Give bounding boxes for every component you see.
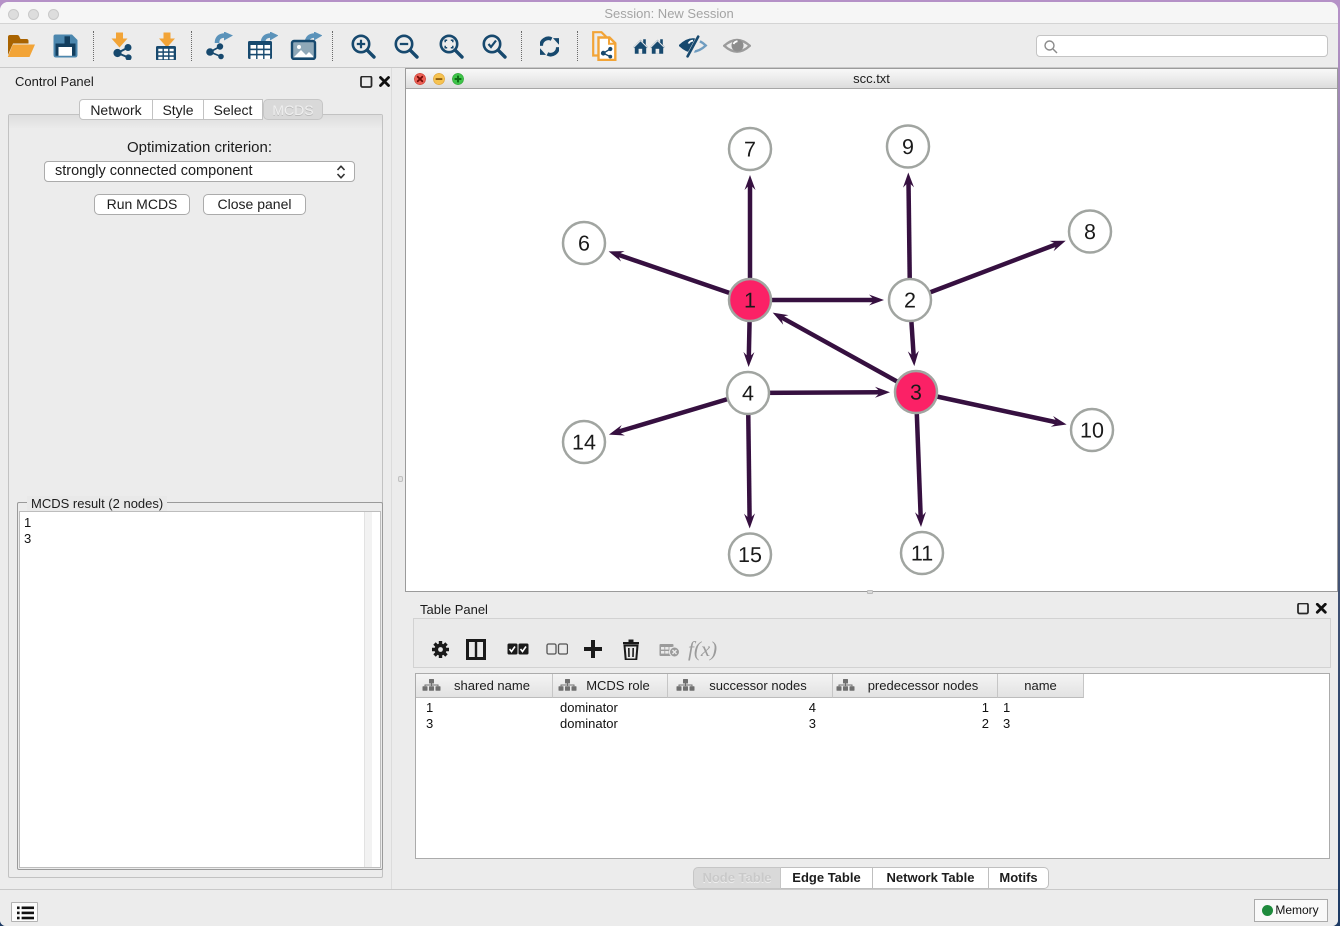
svg-text:15: 15 [738, 543, 762, 567]
svg-text:14: 14 [572, 431, 596, 455]
svg-text:10: 10 [1080, 419, 1104, 443]
svg-text:8: 8 [1084, 220, 1096, 244]
svg-text:2: 2 [904, 289, 916, 313]
svg-text:6: 6 [578, 232, 590, 256]
svg-text:9: 9 [902, 135, 914, 159]
svg-text:11: 11 [911, 542, 933, 566]
svg-text:1: 1 [744, 289, 756, 313]
svg-text:3: 3 [910, 381, 922, 405]
svg-text:7: 7 [744, 138, 756, 162]
svg-text:4: 4 [742, 382, 754, 406]
